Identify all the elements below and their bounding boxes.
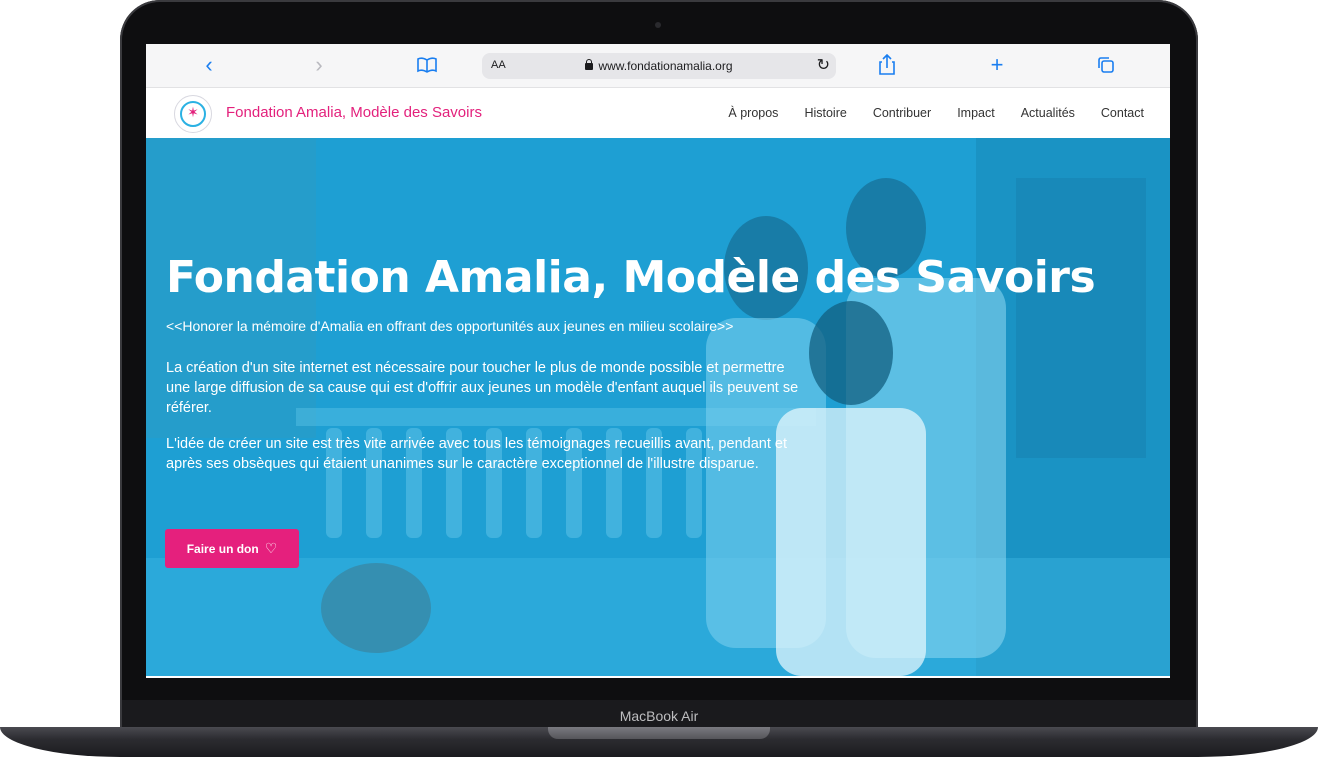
lock-icon <box>585 59 594 70</box>
nav-a-propos[interactable]: À propos <box>728 106 778 120</box>
url-text: www.fondationamalia.org <box>598 59 733 73</box>
share-icon[interactable] <box>874 52 900 78</box>
hero-title: Fondation Amalia, Modèle des Savoirs <box>166 252 1096 303</box>
main-nav: À propos Histoire Contribuer Impact Actu… <box>728 106 1144 120</box>
back-icon[interactable]: ‹ <box>196 52 222 78</box>
donate-label: Faire un don <box>186 541 259 556</box>
hero-section: Fondation Amalia, Modèle des Savoirs <<H… <box>146 138 1170 676</box>
reload-icon[interactable]: ↻ <box>817 55 830 75</box>
bookmarks-icon[interactable] <box>414 52 440 78</box>
camera <box>655 22 661 28</box>
address-bar[interactable]: AA www.fondationamalia.org ↻ <box>482 53 836 79</box>
laptop-notch <box>548 727 770 739</box>
new-tab-icon[interactable]: + <box>984 52 1010 78</box>
browser-toolbar: ‹ › AA www.fondationamalia.org ↻ + <box>146 44 1170 88</box>
hero-bottom-border <box>146 676 1170 678</box>
hero-paragraph-2: L'idée de créer un site est très vite ar… <box>166 436 787 472</box>
hero-paragraph-1: La création d'un site internet est néces… <box>166 360 799 416</box>
nav-impact[interactable]: Impact <box>957 106 995 120</box>
site-brand[interactable]: Fondation Amalia, Modèle des Savoirs <box>226 104 482 121</box>
tabs-icon[interactable] <box>1093 52 1119 78</box>
nav-actualites[interactable]: Actualités <box>1021 106 1075 120</box>
logo-figures-icon: ✶ <box>187 104 199 120</box>
site-logo[interactable]: ✶ <box>174 95 212 133</box>
nav-contribuer[interactable]: Contribuer <box>873 106 931 120</box>
donate-button[interactable]: Faire un don ♡ <box>165 529 299 568</box>
nav-histoire[interactable]: Histoire <box>804 106 846 120</box>
url-display[interactable]: www.fondationamalia.org <box>482 59 836 73</box>
nav-contact[interactable]: Contact <box>1101 106 1144 120</box>
heart-icon: ♡ <box>264 540 278 556</box>
laptop-screen: ‹ › AA www.fondationamalia.org ↻ + ✶ Fon… <box>146 44 1170 678</box>
forward-icon[interactable]: › <box>306 52 332 78</box>
site-header: ✶ Fondation Amalia, Modèle des Savoirs À… <box>146 88 1170 138</box>
hero-subtitle: <<Honorer la mémoire d'Amalia en offrant… <box>166 318 734 334</box>
